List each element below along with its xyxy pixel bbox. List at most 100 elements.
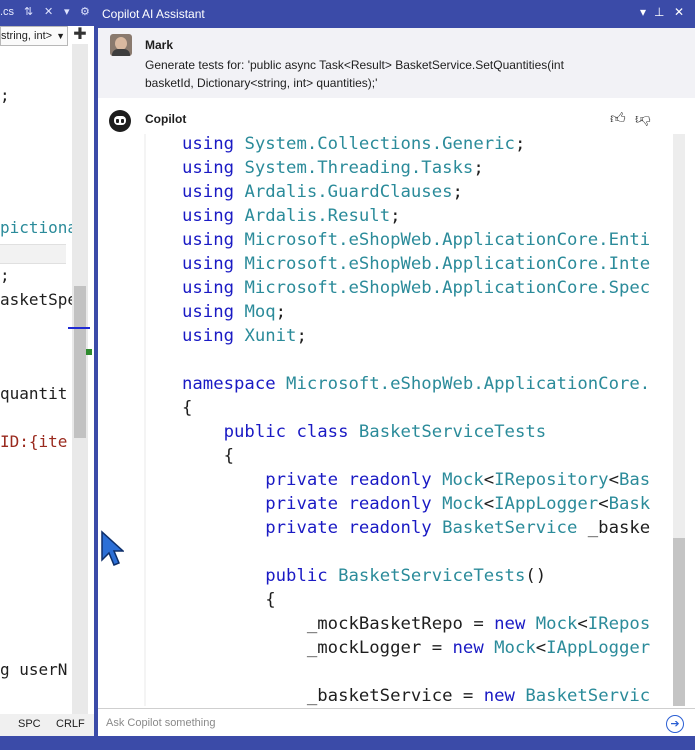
- window-border: [98, 736, 695, 750]
- code-token: <: [535, 638, 547, 658]
- code-token: using: [182, 230, 245, 250]
- code-token: private readonly: [265, 470, 443, 490]
- editor-scrollbar-thumb[interactable]: [74, 286, 86, 438]
- code-token: private readonly: [265, 494, 443, 514]
- code-token: <: [598, 494, 609, 514]
- pin-icon[interactable]: ⊥: [654, 5, 664, 19]
- editor-line: ID:{ite: [0, 432, 68, 451]
- editor-separator: [0, 244, 66, 264]
- code-line: public class BasketServiceTests: [182, 420, 547, 444]
- code-token: using: [182, 206, 245, 226]
- close-icon[interactable]: ✕: [44, 5, 53, 18]
- code-token: _mockBasketRepo =: [182, 614, 495, 634]
- editor-line: asketSpe: [0, 290, 72, 309]
- code-token: {: [182, 446, 235, 466]
- user-message-line: Generate tests for: 'public async Task<R…: [145, 58, 564, 72]
- code-token: BasketService: [442, 518, 578, 538]
- code-token: ;: [473, 158, 484, 178]
- member-dropdown[interactable]: string, int> ▼: [0, 26, 68, 46]
- scroll-marker: [68, 327, 90, 329]
- code-token: IRepository: [494, 470, 609, 490]
- close-icon[interactable]: ✕: [674, 5, 684, 19]
- line-ending-indicator[interactable]: CRLF: [56, 718, 85, 730]
- chevron-down-icon: ▼: [56, 31, 65, 41]
- send-button[interactable]: ➔: [666, 715, 684, 733]
- editor-tab-bar: .cs ⇅ ✕ ▾ ⚙: [0, 0, 94, 26]
- thumbs-up-icon[interactable]: 👍︎: [610, 110, 626, 128]
- code-token: public: [265, 566, 339, 586]
- code-token: BasketServiceTests: [358, 422, 547, 442]
- code-line: using Ardalis.GuardClauses;: [182, 180, 463, 204]
- code-line: private readonly Mock<IAppLogger<Bask: [182, 492, 650, 516]
- code-token: _mockLogger =: [182, 638, 453, 658]
- code-token: Mock: [494, 638, 536, 658]
- code-line: using Moq;: [182, 300, 286, 324]
- arrow-right-icon: ➔: [670, 718, 680, 730]
- gear-icon[interactable]: ⚙: [80, 5, 90, 18]
- code-token: Microsoft.eShopWeb.ApplicationCore.Spec: [244, 278, 651, 298]
- code-line: using System.Threading.Tasks;: [182, 156, 484, 180]
- code-line: private readonly Mock<IRepository<Bas: [182, 468, 650, 492]
- code-line: using Microsoft.eShopWeb.ApplicationCore…: [182, 228, 650, 252]
- code-token: new: [452, 638, 495, 658]
- code-token: <: [483, 494, 495, 514]
- chat-scrollbar-thumb[interactable]: [673, 538, 685, 706]
- code-token: Mock: [442, 470, 484, 490]
- code-token: (): [525, 566, 547, 586]
- code-token: Bask: [608, 494, 651, 514]
- code-token: {: [182, 590, 276, 610]
- code-token: _baske: [577, 518, 651, 538]
- pin-icon[interactable]: ⇅: [24, 5, 33, 18]
- copilot-icon: [109, 110, 131, 132]
- code-line: {: [182, 444, 234, 468]
- code-token: using: [182, 302, 245, 322]
- chevron-down-icon[interactable]: ▾: [64, 5, 70, 18]
- code-token: IRepos: [587, 614, 651, 634]
- editor-line: pictiona: [0, 218, 72, 237]
- code-block-gutter: [144, 134, 146, 706]
- code-token: BasketServic: [525, 686, 651, 706]
- code-token: <: [608, 470, 619, 490]
- panel-title-bar: Copilot AI Assistant ▾ ⊥ ✕: [98, 0, 695, 28]
- change-marker: [86, 349, 92, 355]
- code-token: <: [483, 470, 495, 490]
- editor-line: ;: [0, 86, 10, 105]
- code-token: using: [182, 278, 245, 298]
- member-dropdown-value: string, int>: [1, 30, 53, 42]
- whitespace-indicator[interactable]: SPC: [18, 718, 41, 730]
- code-line: public BasketServiceTests(): [182, 564, 546, 588]
- chat-input-bar: ➔: [98, 708, 695, 737]
- code-token: namespace: [182, 374, 287, 394]
- code-token: BasketServiceTests: [338, 566, 526, 586]
- editor-tab[interactable]: .cs: [0, 6, 14, 18]
- code-token: IAppLogger: [494, 494, 599, 514]
- code-token: Moq: [244, 302, 276, 322]
- code-token: using: [182, 182, 245, 202]
- code-token: Bas: [619, 470, 651, 490]
- code-token: using: [182, 254, 245, 274]
- code-token: public class: [223, 422, 359, 442]
- code-token: ;: [275, 302, 287, 322]
- code-line: using Ardalis.Result;: [182, 204, 401, 228]
- code-token: using: [182, 134, 245, 154]
- code-token: Ardalis.GuardClauses: [244, 182, 453, 202]
- user-name: Mark: [145, 38, 174, 52]
- dropdown-arrow-icon[interactable]: ▾: [640, 5, 646, 19]
- code-block[interactable]: using System.Collections.Generic; using S…: [144, 134, 651, 706]
- add-icon[interactable]: ✚: [70, 26, 90, 44]
- chat-scrollbar[interactable]: [653, 134, 689, 706]
- thumbs-down-icon[interactable]: 👍︎: [635, 110, 651, 128]
- code-editor-text[interactable]: ; pictiona ; asketSpe quantit ID:{ite g …: [0, 0, 72, 750]
- window-border: [0, 736, 94, 750]
- code-token: Ardalis.Result: [244, 206, 391, 226]
- ask-copilot-input[interactable]: [102, 713, 666, 733]
- code-token: ;: [296, 326, 307, 346]
- panel-title: Copilot AI Assistant: [102, 7, 205, 21]
- editor-line: g userN: [0, 660, 68, 679]
- code-line: using Microsoft.eShopWeb.ApplicationCore…: [182, 276, 650, 300]
- code-token: Microsoft.eShopWeb.ApplicationCore.Inte: [244, 254, 651, 274]
- code-token: ;: [514, 134, 526, 154]
- editor-line: ;: [0, 266, 10, 285]
